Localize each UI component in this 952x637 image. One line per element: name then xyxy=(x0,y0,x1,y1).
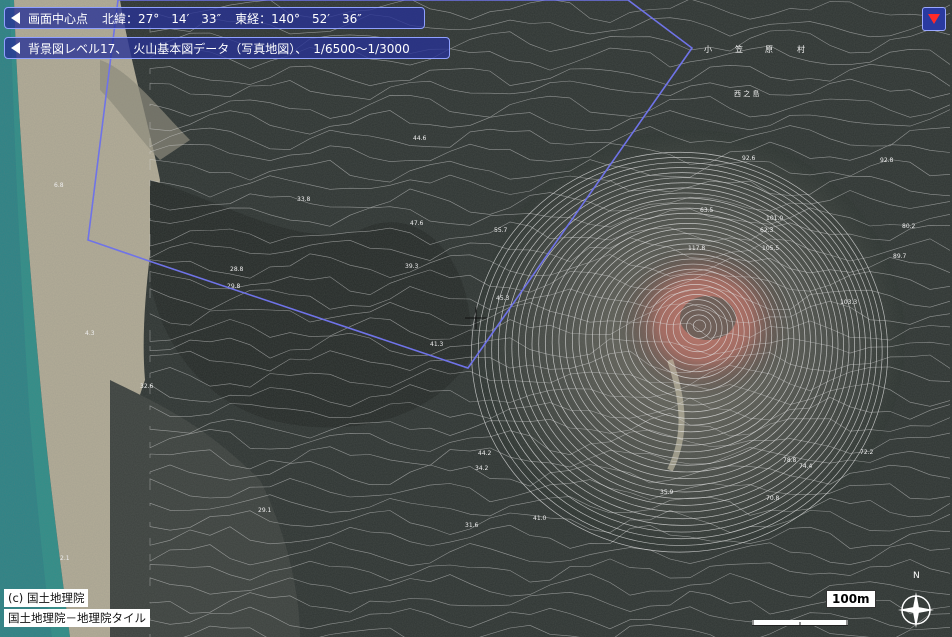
village-char-4: 村 xyxy=(797,44,805,54)
elevation-label: 41.0 xyxy=(533,515,547,522)
elevation-label: 92.8 xyxy=(880,157,894,164)
elevation-label: 35.9 xyxy=(660,489,674,496)
scale-bar xyxy=(752,620,848,626)
chevron-down-icon xyxy=(928,14,940,24)
elevation-label: 62.3 xyxy=(760,227,774,234)
layer-info-text: 背景図レベル17、 火山基本図データ（写真地図）、 1/6500～1/3000 xyxy=(28,41,410,56)
elevation-label: 29.1 xyxy=(258,507,272,514)
elevation-label: 44.6 xyxy=(413,135,427,142)
compass-icon: N xyxy=(898,571,934,628)
elevation-label: 45.3 xyxy=(496,295,510,302)
compass-north-label: N xyxy=(913,571,920,581)
center-coordinates-panel: 画面中心点 北緯： 27° 14′ 33″ 東経： 140° 52′ 36″ xyxy=(4,7,425,29)
elevation-label: 80.2 xyxy=(902,223,916,230)
collapse-arrow-icon[interactable] xyxy=(11,12,20,24)
elevation-label: 117.8 xyxy=(688,245,705,252)
tile-credit[interactable]: 国土地理院－地理院タイル xyxy=(4,609,150,627)
longitude-label: 東経： xyxy=(235,11,272,26)
aerial-photo-map[interactable]: 44.639.347.655.733.845.341.329.832.628.8… xyxy=(0,0,952,637)
elevation-label: 74.4 xyxy=(799,463,813,470)
elevation-label: 78.8 xyxy=(783,457,797,464)
elevation-label: 28.8 xyxy=(230,266,244,273)
elevation-label: 70.8 xyxy=(766,495,780,502)
elevation-label: 2.1 xyxy=(60,555,70,562)
elevation-label: 32.6 xyxy=(140,383,154,390)
elevation-label: 41.3 xyxy=(430,341,444,348)
layer-info-panel: 背景図レベル17、 火山基本図データ（写真地図）、 1/6500～1/3000 xyxy=(4,37,450,59)
district-label: 西 之 島 xyxy=(734,89,759,98)
elevation-label: 103.3 xyxy=(840,299,857,306)
elevation-label: 55.7 xyxy=(494,227,508,234)
menu-toggle-button[interactable] xyxy=(922,7,946,31)
latitude-value: 27° 14′ 33″ xyxy=(138,11,222,26)
latitude-label: 北緯： xyxy=(102,11,139,26)
village-char-1: 小 xyxy=(704,45,712,54)
elevation-label: 39.3 xyxy=(405,263,419,270)
elevation-label: 6.8 xyxy=(54,182,64,189)
elevation-label: 31.6 xyxy=(465,522,479,529)
elevation-label: 92.6 xyxy=(742,155,756,162)
collapse-arrow-icon[interactable] xyxy=(11,42,20,54)
longitude-value: 140° 52′ 36″ xyxy=(271,11,362,26)
elevation-label: 105.5 xyxy=(762,245,779,252)
village-char-3: 原 xyxy=(765,45,773,54)
elevation-label: 34.2 xyxy=(475,465,489,472)
elevation-label: 63.5 xyxy=(700,207,714,214)
copyright-credit: (c) 国土地理院 xyxy=(4,589,89,607)
elevation-label: 101.0 xyxy=(766,215,783,222)
center-label: 画面中心点 xyxy=(28,11,89,26)
scale-label: 100m xyxy=(826,590,876,608)
village-char-2: 笠 xyxy=(735,44,743,54)
elevation-label: 44.2 xyxy=(478,450,492,457)
elevation-label: 4.3 xyxy=(85,330,95,337)
elevation-label: 89.7 xyxy=(893,253,907,260)
elevation-label: 72.2 xyxy=(860,449,874,456)
elevation-label: 47.6 xyxy=(410,220,424,227)
elevation-label: 33.8 xyxy=(297,196,311,203)
